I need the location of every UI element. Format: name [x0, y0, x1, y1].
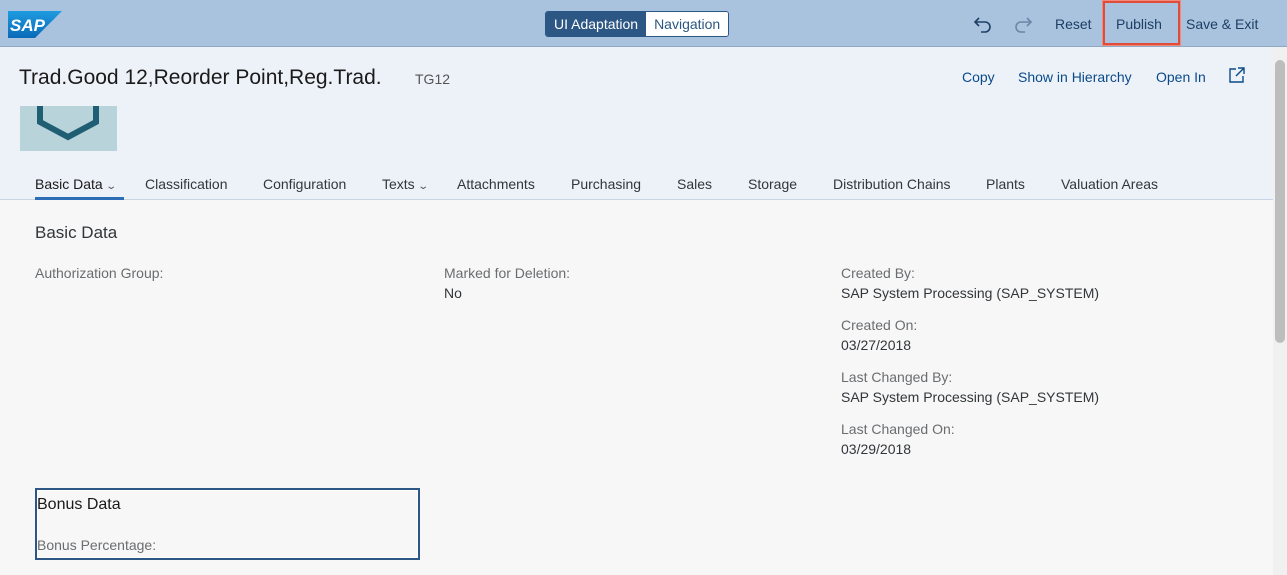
share-icon[interactable]	[1228, 66, 1246, 84]
tab-sales[interactable]: Sales	[677, 175, 712, 193]
last-changed-by-value: SAP System Processing (SAP_SYSTEM)	[841, 389, 1100, 405]
bonus-percentage-label: Bonus Percentage:	[37, 537, 157, 553]
created-on-label: Created On:	[841, 317, 918, 333]
last-changed-on-label: Last Changed On:	[841, 421, 955, 437]
tab-distribution-chains[interactable]: Distribution Chains	[833, 175, 951, 193]
section-title-basic-data: Basic Data	[35, 223, 118, 242]
scrollbar-thumb[interactable]	[1275, 60, 1285, 343]
publish-button[interactable]: Publish	[1116, 14, 1162, 34]
object-page-header: Trad.Good 12,Reorder Point,Reg.Trad. TG1…	[0, 47, 1273, 200]
chevron-down-icon: ⌄	[105, 181, 117, 192]
mode-navigation-button[interactable]: Navigation	[646, 12, 729, 36]
mode-switch: UI Adaptation Navigation	[545, 11, 730, 37]
redo-icon[interactable]	[1013, 13, 1033, 33]
tab-texts-label: Texts	[382, 176, 415, 192]
open-in-button[interactable]: Open In	[1156, 68, 1206, 86]
show-in-hierarchy-button[interactable]: Show in Hierarchy	[1018, 68, 1132, 86]
copy-button[interactable]: Copy	[962, 68, 995, 86]
created-by-value: SAP System Processing (SAP_SYSTEM)	[841, 285, 1100, 301]
svg-text:SAP: SAP	[10, 16, 46, 35]
mode-ui-adaptation-button[interactable]: UI Adaptation	[546, 12, 647, 36]
tab-plants[interactable]: Plants	[986, 175, 1025, 193]
created-by-label: Created By:	[841, 265, 915, 281]
tab-configuration[interactable]: Configuration	[263, 175, 346, 193]
tab-attachments[interactable]: Attachments	[457, 175, 535, 193]
marked-for-deletion-value: No	[444, 285, 462, 301]
marked-for-deletion-label: Marked for Deletion:	[444, 265, 571, 281]
chevron-down-icon: ⌄	[417, 181, 429, 192]
save-exit-button[interactable]: Save & Exit	[1186, 14, 1258, 34]
undo-icon[interactable]	[973, 13, 993, 33]
page-title: Trad.Good 12,Reorder Point,Reg.Trad.	[19, 66, 382, 89]
tab-basic-data-label: Basic Data	[35, 176, 103, 192]
tab-storage[interactable]: Storage	[748, 175, 797, 193]
tab-valuation-areas[interactable]: Valuation Areas	[1061, 175, 1158, 193]
last-changed-on-value: 03/29/2018	[841, 441, 912, 457]
authorization-group-label: Authorization Group:	[35, 265, 164, 281]
page-subtitle: TG12	[415, 71, 451, 87]
created-on-value: 03/27/2018	[841, 337, 912, 353]
tab-classification[interactable]: Classification	[145, 175, 227, 193]
tab-basic-data[interactable]: Basic Data ⌄	[35, 175, 117, 196]
selected-tab-indicator	[35, 197, 124, 200]
reset-button[interactable]: Reset	[1055, 14, 1092, 34]
bonus-data-title: Bonus Data	[37, 496, 121, 513]
sap-logo: SAP	[8, 11, 62, 38]
last-changed-by-label: Last Changed By:	[841, 369, 953, 385]
tab-bar: Basic Data ⌄ Classification Configuration…	[0, 175, 1273, 200]
product-cube-icon	[37, 106, 99, 141]
product-image	[20, 106, 117, 151]
tab-texts[interactable]: Texts ⌄	[382, 175, 429, 196]
bonus-data-group[interactable]: Bonus Data Bonus Percentage:	[35, 488, 420, 560]
tab-purchasing[interactable]: Purchasing	[571, 175, 641, 193]
adaptation-toolbar: SAP UI Adaptation Navigation Reset Publi…	[0, 0, 1287, 47]
